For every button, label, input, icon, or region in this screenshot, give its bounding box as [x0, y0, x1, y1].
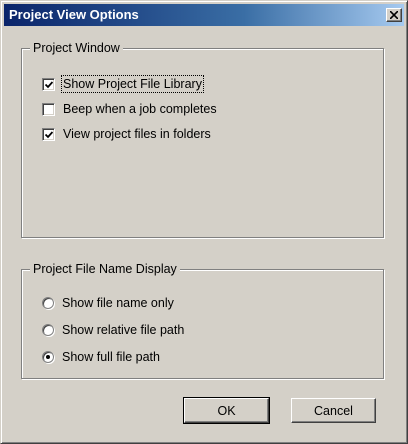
full-path-radio[interactable]	[42, 351, 54, 363]
dialog-window: Project View Options Project Window Show…	[0, 0, 408, 444]
folders-option[interactable]: View project files in folders	[42, 125, 211, 143]
relative-path-label: Show relative file path	[62, 323, 185, 337]
file-name-only-radio[interactable]	[42, 297, 54, 309]
relative-path-radio[interactable]	[42, 324, 54, 336]
name-display-group: Project File Name Display Show file name…	[21, 262, 384, 379]
file-name-only-option[interactable]: Show file name only	[42, 294, 174, 312]
folders-label: View project files in folders	[63, 127, 211, 141]
project-window-legend: Project Window	[30, 41, 123, 55]
show-library-label: Show Project File Library	[61, 75, 204, 93]
name-display-legend: Project File Name Display	[30, 262, 180, 276]
folders-checkbox[interactable]	[42, 127, 55, 141]
project-window-group: Project Window Show Project File Library…	[21, 41, 384, 238]
window-title: Project View Options	[9, 7, 139, 22]
full-path-option[interactable]: Show full file path	[42, 348, 160, 366]
close-button[interactable]	[386, 8, 402, 22]
ok-button[interactable]: OK	[183, 397, 270, 424]
show-library-option[interactable]: Show Project File Library	[42, 75, 204, 93]
relative-path-option[interactable]: Show relative file path	[42, 321, 184, 339]
close-icon	[390, 11, 398, 19]
radio-selected-dot	[46, 355, 50, 359]
cancel-button[interactable]: Cancel	[291, 398, 376, 423]
show-library-checkbox[interactable]	[42, 77, 55, 91]
checkmark-icon	[45, 130, 53, 138]
beep-option[interactable]: Beep when a job completes	[42, 100, 217, 118]
beep-checkbox[interactable]	[42, 102, 55, 116]
beep-label: Beep when a job completes	[63, 102, 217, 116]
full-path-label: Show full file path	[62, 350, 160, 364]
title-bar[interactable]: Project View Options	[4, 4, 404, 26]
file-name-only-label: Show file name only	[62, 296, 174, 310]
checkmark-icon	[45, 80, 53, 88]
